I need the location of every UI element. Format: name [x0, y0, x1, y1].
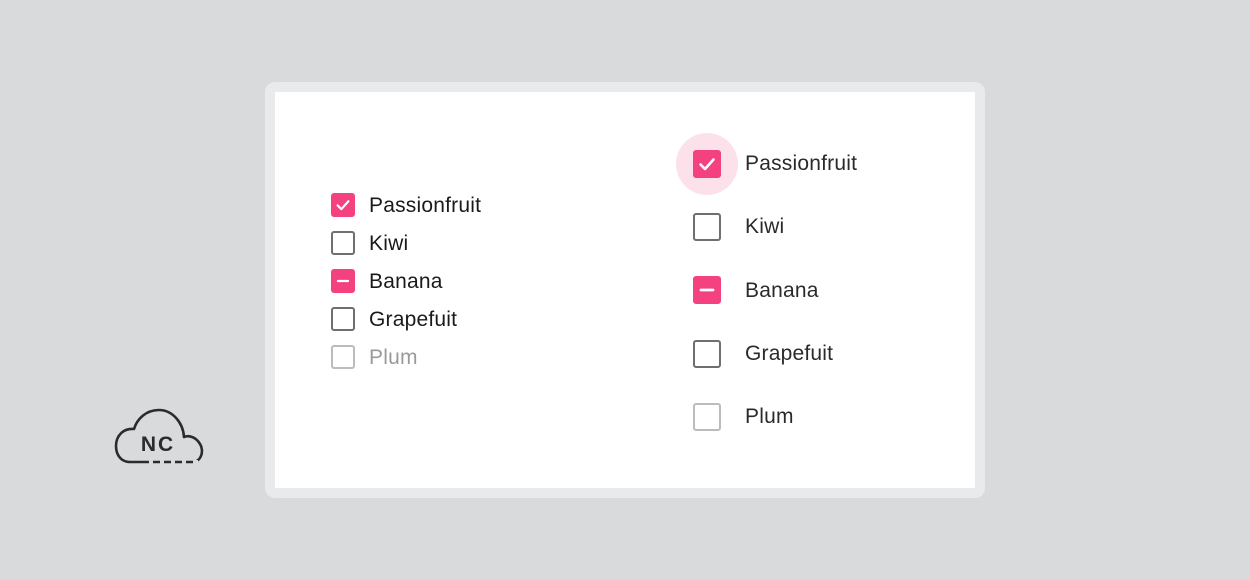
checkbox-unchecked[interactable] [693, 212, 721, 241]
checkbox-control [691, 401, 723, 433]
checkbox-control[interactable] [331, 231, 355, 255]
checkbox-label: Banana [745, 278, 819, 302]
checkbox-control[interactable] [691, 338, 723, 370]
checkbox-item-banana[interactable]: Banana [691, 259, 857, 322]
checkbox-unchecked[interactable] [331, 307, 355, 331]
checkbox-control[interactable] [691, 274, 723, 306]
checkbox-item-passionfruit[interactable]: Passionfruit [331, 186, 481, 224]
checkbox-item-grapefuit[interactable]: Grapefuit [691, 322, 857, 385]
checkbox-disabled [693, 402, 721, 431]
logo-text: NC [141, 433, 175, 456]
checkbox-item-grapefuit[interactable]: Grapefuit [331, 300, 481, 338]
checkbox-label: Kiwi [745, 215, 785, 239]
checkbox-control[interactable] [331, 193, 355, 217]
check-icon [336, 200, 350, 211]
checkbox-checked[interactable] [331, 193, 355, 217]
checkbox-control[interactable] [331, 307, 355, 331]
checkbox-control[interactable] [676, 132, 738, 195]
checkbox-list-comfortable: Passionfruit Kiwi Banana Grapefuit Plum [676, 132, 858, 448]
demo-card: Passionfruit Kiwi Banana Grapefuit Plum Pass… [275, 92, 975, 488]
checkbox-label: Grapefuit [369, 307, 458, 331]
checkbox-item-kiwi[interactable]: Kiwi [691, 195, 857, 258]
checkbox-indeterminate[interactable] [693, 276, 721, 305]
checkbox-label: Plum [369, 345, 418, 369]
checkbox-list-dense: Passionfruit Kiwi Banana Grapefuit Plum [331, 186, 481, 376]
checkbox-item-passionfruit[interactable]: Passionfruit [676, 132, 858, 195]
checkbox-item-banana[interactable]: Banana [331, 262, 481, 300]
checkbox-label: Plum [745, 405, 794, 429]
minus-icon [699, 288, 715, 292]
checkbox-control [331, 345, 355, 369]
checkbox-label: Grapefuit [745, 342, 834, 366]
minus-icon [336, 279, 350, 283]
demo-card-frame: Passionfruit Kiwi Banana Grapefuit Plum Pass… [265, 82, 985, 498]
checkbox-checked[interactable] [693, 149, 721, 178]
check-icon [699, 157, 715, 170]
checkbox-unchecked[interactable] [693, 339, 721, 368]
checkbox-control[interactable] [331, 269, 355, 293]
checkbox-unchecked[interactable] [331, 231, 355, 255]
checkbox-label: Banana [369, 269, 443, 293]
checkbox-item-plum: Plum [331, 338, 481, 376]
checkbox-indeterminate[interactable] [331, 269, 355, 293]
checkbox-disabled [331, 345, 355, 369]
checkbox-label: Passionfruit [745, 152, 858, 176]
checkbox-control[interactable] [691, 211, 723, 243]
nc-cloud-logo: NC [114, 408, 204, 464]
checkbox-item-plum: Plum [691, 385, 857, 448]
checkbox-label: Passionfruit [369, 193, 482, 217]
checkbox-item-kiwi[interactable]: Kiwi [331, 224, 481, 262]
checkbox-label: Kiwi [369, 231, 409, 255]
